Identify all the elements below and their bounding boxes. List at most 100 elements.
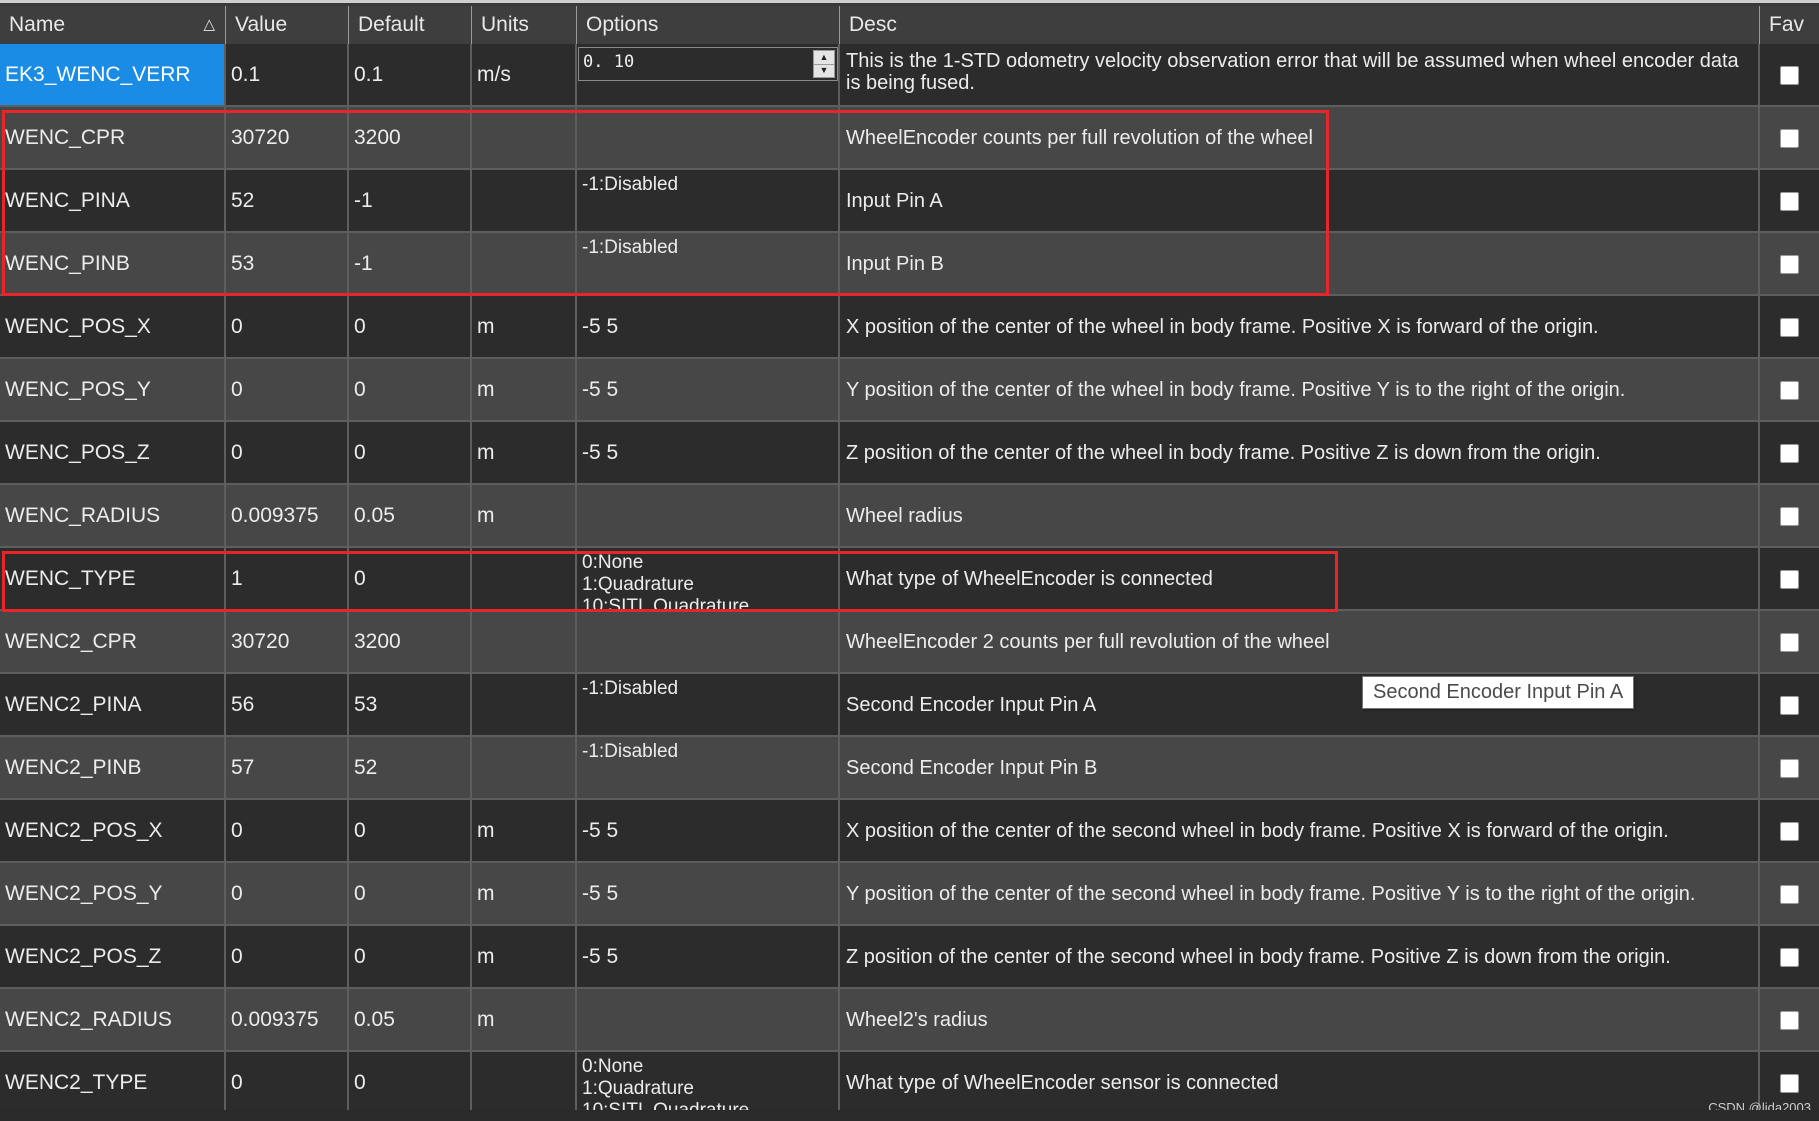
param-value[interactable]: 52 (226, 170, 349, 231)
favorite-checkbox[interactable] (1780, 1074, 1799, 1093)
param-units: m/s (472, 44, 577, 105)
param-desc: Z position of the center of the wheel in… (840, 422, 1760, 483)
param-default: 0.05 (349, 989, 472, 1050)
param-value[interactable]: 0 (226, 800, 349, 861)
table-row[interactable]: WENC_TYPE 1 0 0:None 1:Quadrature 10:SITL Qua… (0, 548, 1819, 611)
table-row[interactable]: WENC2_TYPE 0 0 0:None 1:Quadrature 10:SITL Qu… (0, 1052, 1819, 1115)
param-value[interactable]: 0 (226, 359, 349, 420)
sort-ascending-icon: △ (203, 16, 215, 33)
param-value[interactable]: 0 (226, 863, 349, 924)
favorite-checkbox[interactable] (1780, 381, 1799, 400)
param-value[interactable]: 0.1 (226, 44, 349, 105)
param-name: WENC_PINA (0, 170, 226, 231)
param-desc: Y position of the center of the second w… (840, 863, 1760, 924)
favorite-checkbox[interactable] (1780, 192, 1799, 211)
column-header-value[interactable]: Value (226, 6, 349, 44)
param-desc: What type of WheelEncoder sensor is conn… (840, 1052, 1760, 1113)
param-value[interactable]: 0 (226, 926, 349, 987)
table-row[interactable]: WENC2_POS_Z 0 0 m -5 5Z position of the cent… (0, 926, 1819, 989)
table-row[interactable]: WENC_POS_X 0 0 m -5 5X position of the cente… (0, 296, 1819, 359)
column-header-row: Name △ Value Default Units Options Desc … (0, 6, 1819, 45)
favorite-checkbox[interactable] (1780, 444, 1799, 463)
table-row[interactable]: WENC2_POS_Y 0 0 m -5 5Y position of the cent… (0, 863, 1819, 926)
param-fav (1760, 107, 1819, 168)
param-options (577, 485, 840, 546)
param-fav (1760, 737, 1819, 798)
param-default: 0 (349, 296, 472, 357)
param-value[interactable]: 53 (226, 233, 349, 294)
favorite-checkbox[interactable] (1780, 507, 1799, 526)
param-fav (1760, 548, 1819, 609)
favorite-checkbox[interactable] (1780, 66, 1799, 85)
param-desc: WheelEncoder 2 counts per full revolutio… (840, 611, 1760, 672)
favorite-checkbox[interactable] (1780, 255, 1799, 274)
param-fav (1760, 800, 1819, 861)
favorite-checkbox[interactable] (1780, 633, 1799, 652)
table-row[interactable]: WENC2_POS_X 0 0 m -5 5X position of the cent… (0, 800, 1819, 863)
param-value[interactable]: 0 (226, 1052, 349, 1113)
table-row[interactable]: WENC2_PINB 57 52 -1:Disabled Second Encoder … (0, 737, 1819, 800)
param-value[interactable]: 0 (226, 422, 349, 483)
column-header-name[interactable]: Name △ (0, 6, 226, 44)
param-default: 0.1 (349, 44, 472, 105)
spin-up-icon[interactable]: ▲ (814, 51, 834, 65)
favorite-checkbox[interactable] (1780, 570, 1799, 589)
param-name: WENC2_POS_Z (0, 926, 226, 987)
param-desc: Y position of the center of the wheel in… (840, 359, 1760, 420)
column-header-options[interactable]: Options (577, 6, 840, 44)
column-header-desc[interactable]: Desc (840, 6, 1760, 44)
favorite-checkbox[interactable] (1780, 759, 1799, 778)
option-line: -1:Disabled (582, 174, 679, 195)
param-value[interactable]: 0.009375 (226, 989, 349, 1050)
param-desc: Wheel2's radius (840, 989, 1760, 1050)
parameter-grid: Name △ Value Default Units Options Desc … (0, 0, 1819, 1121)
param-desc: X position of the center of the wheel in… (840, 296, 1760, 357)
param-options: -5 5 (577, 359, 840, 420)
favorite-checkbox[interactable] (1780, 696, 1799, 715)
favorite-checkbox[interactable] (1780, 822, 1799, 841)
param-fav (1760, 233, 1819, 294)
param-value[interactable]: 1 (226, 548, 349, 609)
spin-down-icon[interactable]: ▼ (814, 64, 834, 77)
param-options (577, 107, 840, 168)
value-spin-input[interactable]: 0. 10 (583, 52, 634, 72)
table-row[interactable]: WENC2_CPR 30720 3200 WheelEncoder 2 counts … (0, 611, 1819, 674)
table-row[interactable]: WENC_CPR 30720 3200 WheelEncoder counts per… (0, 107, 1819, 170)
param-default: -1 (349, 233, 472, 294)
param-value[interactable]: 0 (226, 296, 349, 357)
table-row[interactable]: WENC2_RADIUS 0.009375 0.05 m Wheel2's radius (0, 989, 1819, 1052)
param-name: WENC2_CPR (0, 611, 226, 672)
param-name: WENC_RADIUS (0, 485, 226, 546)
column-header-default[interactable]: Default (349, 6, 472, 44)
table-row[interactable]: WENC_PINB 53 -1 -1:Disabled Input Pin B (0, 233, 1819, 296)
column-header-units[interactable]: Units (472, 6, 577, 44)
table-row[interactable]: WENC_PINA 52 -1 -1:Disabled Input Pin A (0, 170, 1819, 233)
favorite-checkbox[interactable] (1780, 948, 1799, 967)
favorite-checkbox[interactable] (1780, 1011, 1799, 1030)
table-row[interactable]: EK3_WENC_VERR 0.1 0.1 m/s This is the 1-STD … (0, 44, 1819, 107)
param-units: m (472, 800, 577, 861)
option-line: -1:Disabled (582, 741, 679, 762)
table-row[interactable]: WENC_POS_Z 0 0 m -5 5Z position of the cente… (0, 422, 1819, 485)
param-fav (1760, 926, 1819, 987)
value-spin-editor[interactable]: 0. 10 ▲ ▼ (578, 47, 838, 81)
option-line: 10:SITL Quadrature (582, 596, 750, 609)
table-row[interactable]: WENC_POS_Y 0 0 m -5 5Y position of the cente… (0, 359, 1819, 422)
param-value[interactable]: 30720 (226, 107, 349, 168)
param-fav (1760, 44, 1819, 105)
param-value[interactable]: 30720 (226, 611, 349, 672)
param-value[interactable]: 56 (226, 674, 349, 735)
param-units: m (472, 926, 577, 987)
spin-buttons: ▲ ▼ (813, 50, 835, 78)
favorite-checkbox[interactable] (1780, 885, 1799, 904)
param-units (472, 107, 577, 168)
favorite-checkbox[interactable] (1780, 129, 1799, 148)
param-value[interactable]: 0.009375 (226, 485, 349, 546)
param-value[interactable]: 57 (226, 737, 349, 798)
favorite-checkbox[interactable] (1780, 318, 1799, 337)
column-header-fav[interactable]: Fav (1760, 6, 1819, 44)
param-default: -1 (349, 170, 472, 231)
table-row[interactable]: WENC_RADIUS 0.009375 0.05 m Wheel radius (0, 485, 1819, 548)
param-desc: Input Pin A (840, 170, 1760, 231)
param-units: m (472, 485, 577, 546)
